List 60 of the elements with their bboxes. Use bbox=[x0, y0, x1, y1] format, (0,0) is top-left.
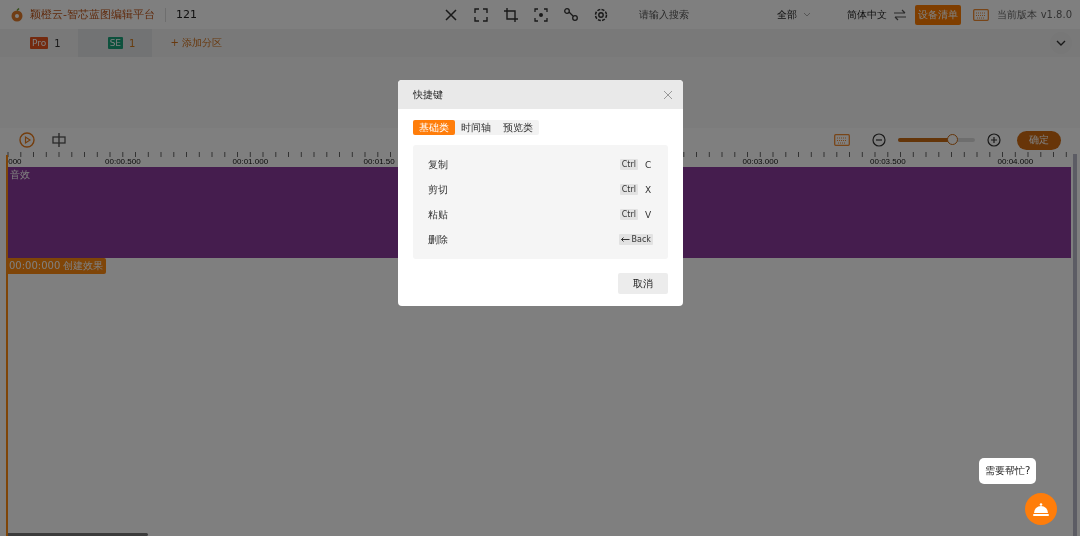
partition-badge: SE bbox=[107, 37, 124, 49]
partition-badge: Pro bbox=[30, 37, 49, 49]
key-label: Back bbox=[631, 235, 651, 244]
ruler-label: 00:03.500 bbox=[870, 157, 906, 166]
settings-icon[interactable] bbox=[593, 6, 609, 23]
tools-icon[interactable] bbox=[443, 6, 459, 23]
category-tab[interactable]: 时间轴 bbox=[455, 120, 497, 135]
version-label: 当前版本 v1.8.0 bbox=[997, 7, 1072, 22]
horizontal-scrollbar[interactable] bbox=[6, 533, 148, 536]
back-arrow-icon bbox=[620, 237, 630, 242]
cancel-button[interactable]: 取消 bbox=[618, 273, 668, 294]
ruler-label: 00:03.000 bbox=[742, 157, 779, 166]
app-title: 颖橙云-智芯蓝图编辑平台 bbox=[30, 7, 155, 22]
ruler-label: 00:01.000 bbox=[232, 157, 269, 166]
key-cap: Ctrl bbox=[619, 209, 638, 220]
ai-assistant-icon[interactable] bbox=[1025, 493, 1057, 525]
logo-icon bbox=[10, 7, 24, 22]
partition-tab[interactable]: Pro 1 bbox=[0, 29, 78, 57]
close-icon[interactable] bbox=[663, 89, 673, 100]
confirm-button[interactable]: 确定 bbox=[1017, 130, 1061, 150]
project-name: 121 bbox=[176, 8, 197, 21]
split-icon[interactable] bbox=[51, 132, 67, 148]
ruler-label: 00:01.50 bbox=[363, 157, 395, 166]
search-field[interactable]: 请输入搜索 bbox=[637, 8, 741, 21]
add-partition-link[interactable]: + 添加分区 bbox=[170, 36, 222, 50]
device-list-button[interactable]: 设备清单 bbox=[915, 4, 962, 25]
key-cap: Ctrl bbox=[619, 159, 638, 170]
shortcut-name: 删除 bbox=[428, 232, 448, 247]
shortcut-name: 剪切 bbox=[428, 182, 448, 197]
crop-icon[interactable] bbox=[503, 6, 519, 23]
key-letter: C bbox=[645, 159, 652, 170]
help-bubble: 需要帮忙? bbox=[979, 458, 1037, 484]
partition-count: 1 bbox=[129, 37, 136, 49]
keyboard-icon[interactable] bbox=[834, 134, 850, 146]
language-selector[interactable]: 简体中文 bbox=[847, 7, 888, 22]
ruler-label: .000 bbox=[6, 157, 22, 166]
swap-icon[interactable] bbox=[893, 8, 908, 21]
dialog-title: 快捷键 bbox=[413, 87, 443, 102]
fullscreen-icon[interactable] bbox=[473, 6, 489, 23]
focus-icon[interactable] bbox=[533, 6, 549, 23]
ruler-label: 00:00.500 bbox=[105, 157, 141, 166]
zoom-out-icon[interactable] bbox=[872, 133, 886, 147]
play-icon[interactable] bbox=[19, 132, 35, 148]
partition-tab[interactable]: SE 1 bbox=[77, 29, 153, 57]
track-label: 音效 bbox=[10, 168, 30, 182]
nodes-icon[interactable] bbox=[563, 6, 579, 23]
key-letter: X bbox=[645, 184, 652, 195]
ruler-label: 00:04.000 bbox=[997, 157, 1034, 166]
shortcut-name: 复制 bbox=[428, 157, 448, 172]
key-cap: Ctrl bbox=[619, 184, 638, 195]
zoom-in-icon[interactable] bbox=[987, 133, 1001, 147]
keyboard-icon[interactable] bbox=[973, 8, 990, 21]
category-tab[interactable]: 预览类 bbox=[497, 120, 539, 135]
shortcut-name: 粘贴 bbox=[428, 207, 448, 222]
category-tab[interactable]: 基础类 bbox=[413, 120, 455, 135]
filter-dropdown[interactable]: 全部 bbox=[777, 7, 817, 22]
vertical-scrollbar[interactable] bbox=[1073, 154, 1077, 536]
partition-count: 1 bbox=[54, 37, 61, 49]
chevron-down-icon bbox=[803, 11, 811, 18]
key-letter: V bbox=[645, 209, 652, 220]
